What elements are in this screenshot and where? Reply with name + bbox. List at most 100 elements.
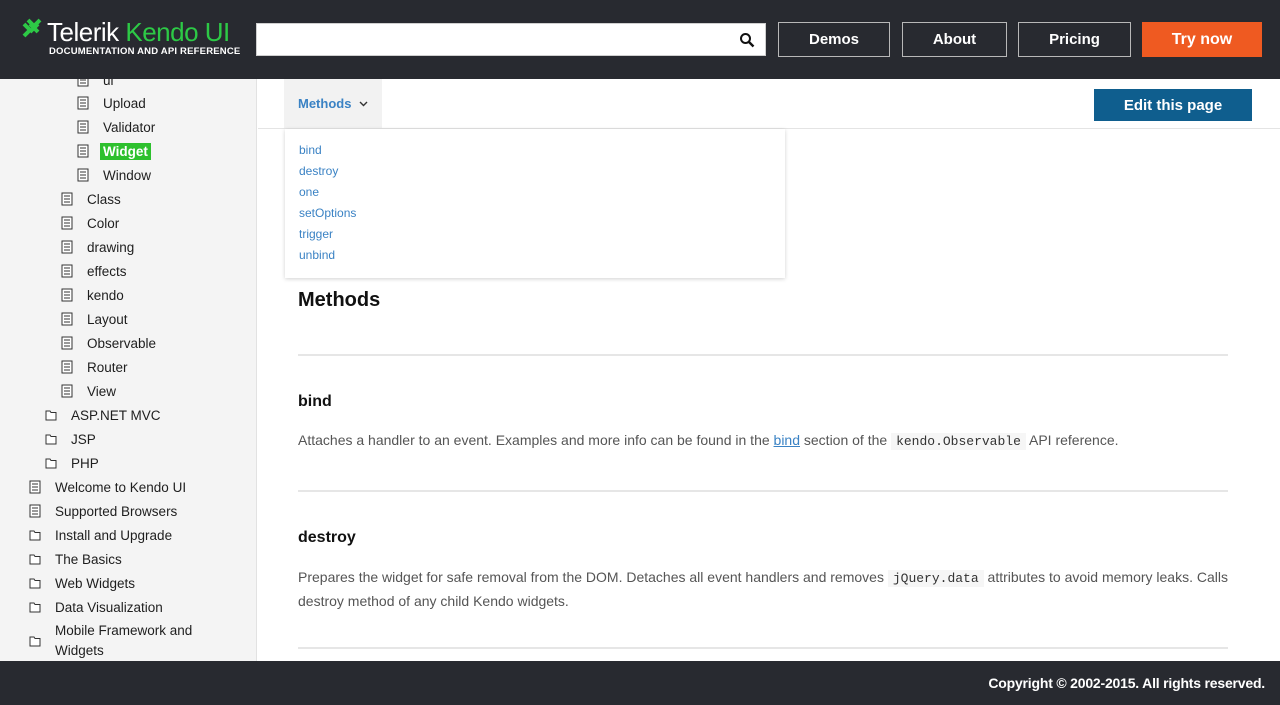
document-icon: [77, 168, 89, 182]
sidebar-item-mobile-framework[interactable]: Mobile Framework and Widgets: [29, 619, 202, 661]
kendo-logo[interactable]: Telerik Kendo UI DOCUMENTATION AND API R…: [22, 18, 252, 62]
sidebar-item-label: Data Visualization: [55, 599, 163, 615]
document-icon: [61, 336, 73, 350]
sidebar-item-effects[interactable]: effects: [61, 259, 130, 283]
sidebar-item-install-upgrade[interactable]: Install and Upgrade: [29, 523, 175, 547]
folder-icon: [45, 458, 57, 469]
dropdown-item-bind[interactable]: bind: [299, 143, 322, 157]
copyright-text: Copyright © 2002-2015. All rights reserv…: [988, 675, 1265, 691]
document-icon: [61, 264, 73, 278]
methods-dropdown-menu: bind destroy one setOptions trigger unbi…: [285, 129, 785, 278]
sidebar-item-label: PHP: [71, 455, 99, 471]
sidebar-item-data-visualization[interactable]: Data Visualization: [29, 595, 166, 619]
sidebar-item-label: Class: [87, 191, 121, 207]
section-title-bind: bind: [298, 393, 332, 410]
sidebar-item-label: Observable: [87, 335, 157, 351]
sidebar-item-the-basics[interactable]: The Basics: [29, 547, 125, 571]
sidebar-item-label: ui: [103, 79, 114, 88]
sidebar-item-web-widgets[interactable]: Web Widgets: [29, 571, 138, 595]
sidebar-item-aspnet-mvc[interactable]: ASP.NET MVC: [45, 403, 164, 427]
dropdown-item-setoptions[interactable]: setOptions: [299, 206, 356, 220]
sidebar-item-router[interactable]: Router: [61, 355, 131, 379]
sidebar-item-label: Validator: [103, 119, 156, 135]
telerik-logo-icon: [22, 18, 42, 38]
sidebar-item-welcome[interactable]: Welcome to Kendo UI: [29, 475, 189, 499]
section-title-destroy: destroy: [298, 529, 356, 546]
chevron-down-icon: [359, 101, 368, 106]
document-icon: [61, 288, 73, 302]
sidebar-item-color[interactable]: Color: [61, 211, 122, 235]
sidebar-item-label: Widget: [100, 142, 151, 160]
sidebar-item-label: JSP: [71, 431, 96, 447]
document-icon: [61, 384, 73, 398]
sidebar-item-window[interactable]: Window: [77, 163, 154, 187]
description-text: Attaches a handler to an event. Examples…: [298, 432, 774, 448]
sidebar-item-supported-browsers[interactable]: Supported Browsers: [29, 499, 180, 523]
sidebar-item-kendo[interactable]: kendo: [61, 283, 127, 307]
sidebar-item-label: Color: [87, 215, 120, 231]
folder-icon: [29, 530, 41, 541]
sidebar-item-label: Router: [87, 359, 128, 375]
sidebar-item-label: Supported Browsers: [55, 503, 178, 519]
sidebar-item-label: ASP.NET MVC: [71, 407, 161, 423]
folder-icon: [29, 636, 41, 647]
section-divider: [298, 647, 1228, 649]
pricing-button[interactable]: Pricing: [1018, 22, 1131, 57]
sidebar-item-label: drawing: [87, 239, 135, 255]
dropdown-item-trigger[interactable]: trigger: [299, 227, 333, 241]
document-icon: [61, 240, 73, 254]
methods-dropdown-toggle[interactable]: Methods: [284, 79, 382, 128]
edit-this-page-button[interactable]: Edit this page: [1094, 89, 1252, 121]
about-button[interactable]: About: [902, 22, 1007, 57]
sidebar-item-widget[interactable]: Widget: [77, 139, 151, 163]
dropdown-item-destroy[interactable]: destroy: [299, 164, 338, 178]
sidebar-item-view[interactable]: View: [61, 379, 119, 403]
dropdown-item-unbind[interactable]: unbind: [299, 248, 335, 262]
document-icon: [77, 96, 89, 110]
methods-tab-label: Methods: [298, 96, 352, 111]
section-description-destroy: Prepares the widget for safe removal fro…: [298, 566, 1228, 612]
sidebar-item-label: Window: [103, 167, 152, 183]
sidebar-item-upload[interactable]: Upload: [77, 91, 149, 115]
sidebar-item-class[interactable]: Class: [61, 187, 124, 211]
folder-icon: [29, 602, 41, 613]
document-icon: [29, 504, 41, 518]
document-icon: [77, 144, 89, 158]
logo-subtitle: DOCUMENTATION AND API REFERENCE: [49, 46, 241, 57]
document-icon: [61, 312, 73, 326]
bind-link[interactable]: bind: [774, 432, 800, 448]
sidebar-item-label: View: [87, 383, 117, 399]
page-footer: Copyright © 2002-2015. All rights reserv…: [0, 661, 1280, 705]
sidebar-item-label: Upload: [103, 95, 146, 111]
folder-icon: [45, 410, 57, 421]
search-box: [256, 23, 766, 56]
search-icon[interactable]: [739, 32, 755, 48]
sidebar-item-drawing[interactable]: drawing: [61, 235, 137, 259]
inline-code: kendo.Observable: [891, 433, 1026, 450]
description-text: Prepares the widget for safe removal fro…: [298, 569, 888, 585]
sidebar-item-layout[interactable]: Layout: [61, 307, 131, 331]
sidebar-item-label: Welcome to Kendo UI: [55, 479, 187, 495]
inline-code: jQuery.data: [887, 570, 984, 587]
sidebar-item-label: kendo: [87, 287, 124, 303]
search-input[interactable]: [257, 24, 727, 55]
try-now-button[interactable]: Try now: [1142, 22, 1262, 57]
sidebar-item-label: Mobile Framework and Widgets: [55, 623, 193, 658]
section-divider: [298, 354, 1228, 356]
document-icon: [61, 360, 73, 374]
description-text: section of the: [800, 432, 892, 448]
demos-button[interactable]: Demos: [778, 22, 890, 57]
sidebar-item-php[interactable]: PHP: [45, 451, 102, 475]
sidebar-item-validator[interactable]: Validator: [77, 115, 158, 139]
document-icon: [77, 79, 89, 87]
description-text: API reference.: [1025, 432, 1119, 448]
sidebar-item-label: The Basics: [55, 551, 122, 567]
sidebar-navigation[interactable]: ui Upload Validator Widget Window Class …: [0, 79, 257, 661]
section-divider: [298, 490, 1228, 492]
sidebar-item-observable[interactable]: Observable: [61, 331, 159, 355]
dropdown-item-one[interactable]: one: [299, 185, 319, 199]
section-description-bind: Attaches a handler to an event. Examples…: [298, 429, 1228, 453]
sidebar-item-label: Web Widgets: [55, 575, 136, 591]
sidebar-item-jsp[interactable]: JSP: [45, 427, 99, 451]
top-header: Telerik Kendo UI DOCUMENTATION AND API R…: [0, 0, 1280, 79]
